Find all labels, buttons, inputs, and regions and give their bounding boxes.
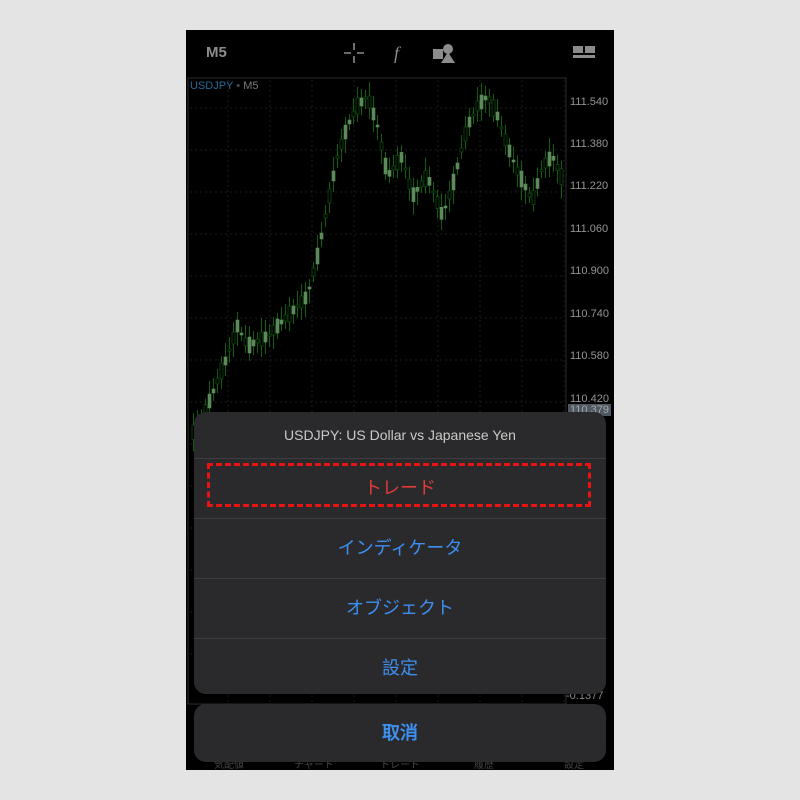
- action-sheet: USDJPY: US Dollar vs Japanese Yen トレード イ…: [194, 412, 606, 694]
- cancel-button[interactable]: 取消: [194, 704, 606, 762]
- object-option[interactable]: オブジェクト: [194, 579, 606, 639]
- trade-option[interactable]: トレード: [194, 459, 606, 519]
- highlight-frame: [207, 463, 591, 507]
- mt-phone-screen: M5 f USDJPY • M5 111.540 111.380 111.220 11…: [186, 30, 614, 770]
- settings-option[interactable]: 設定: [194, 639, 606, 694]
- action-sheet-title: USDJPY: US Dollar vs Japanese Yen: [194, 412, 606, 459]
- indicator-option[interactable]: インディケータ: [194, 519, 606, 579]
